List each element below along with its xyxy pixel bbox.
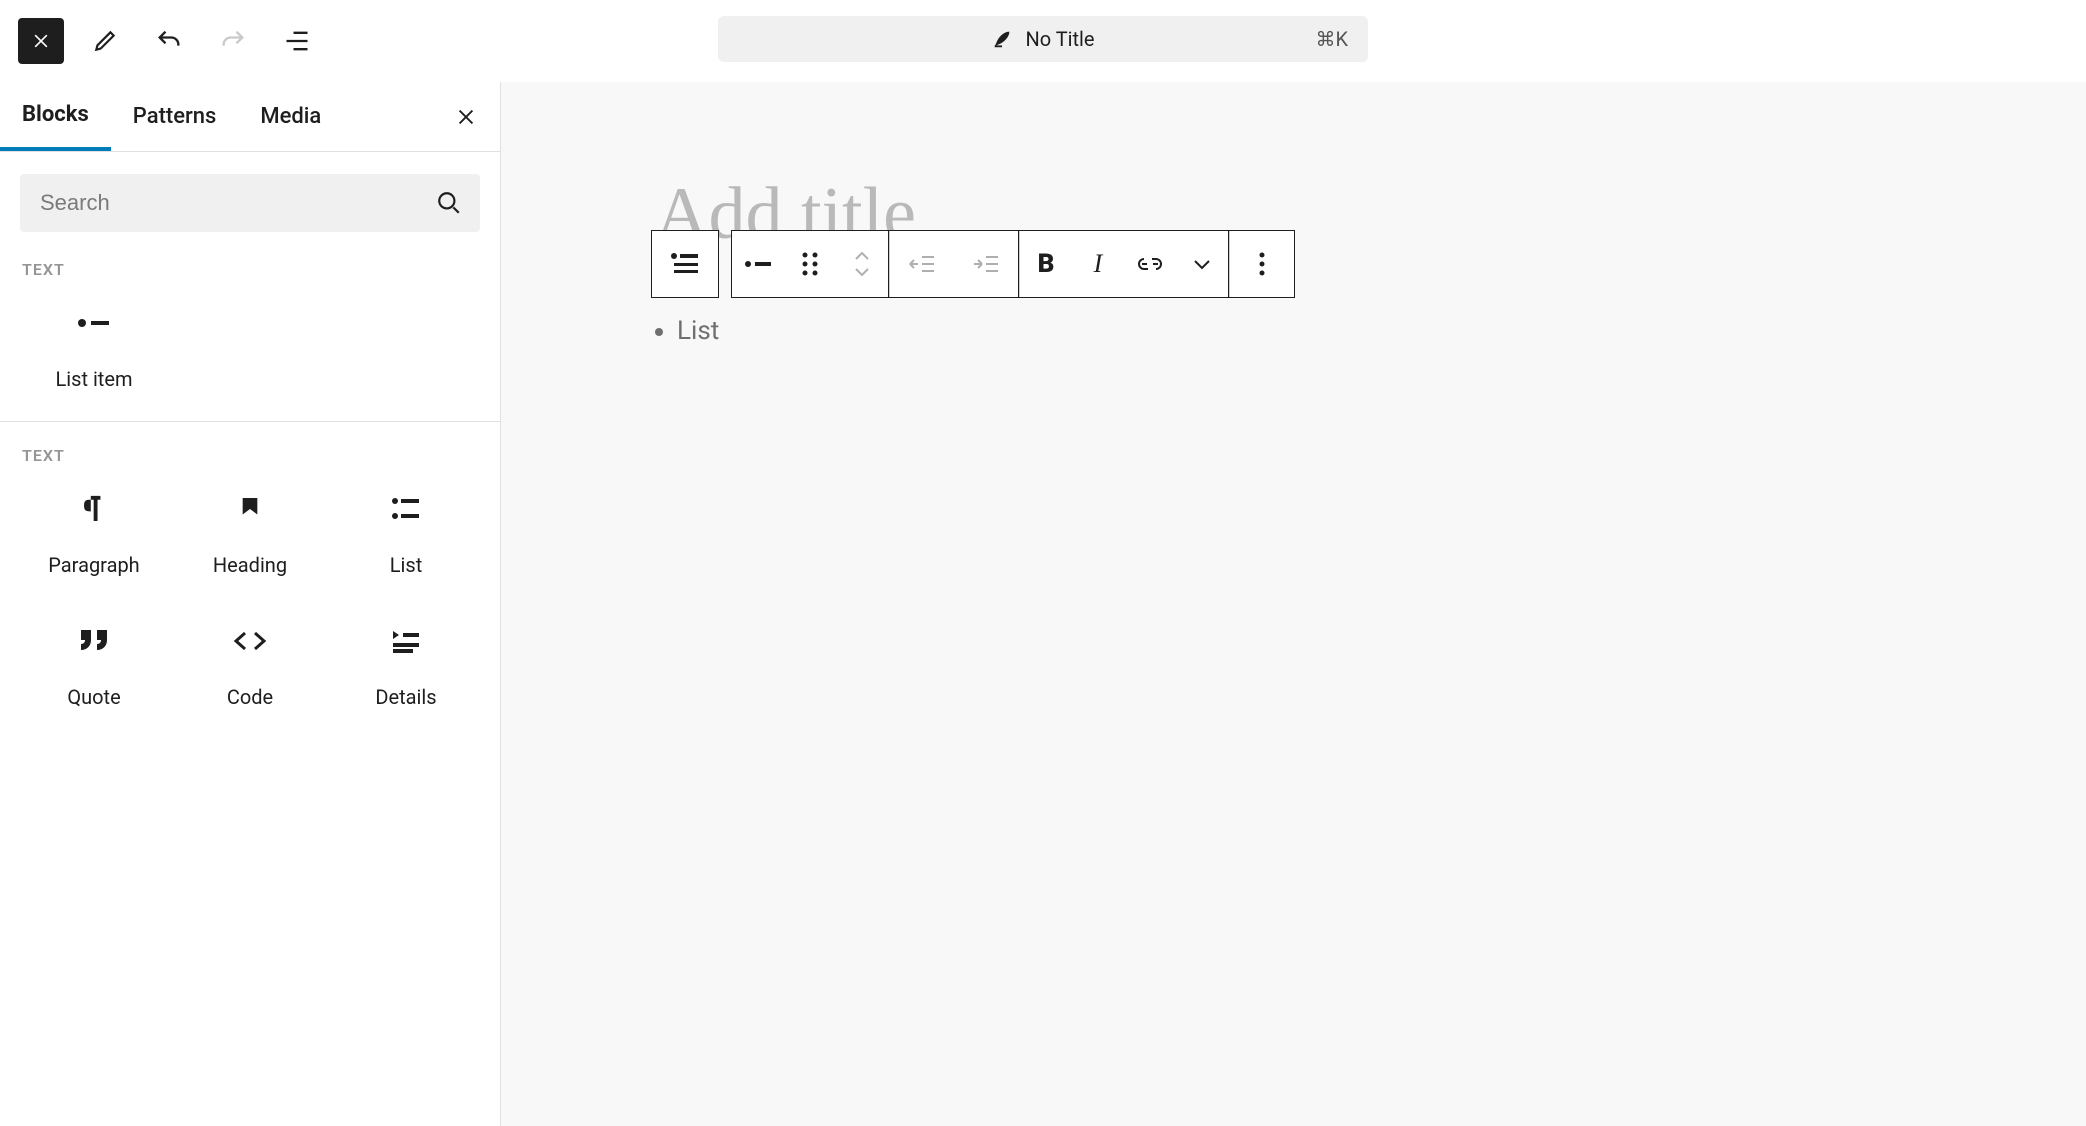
drag-icon [801, 251, 819, 277]
bt-group-indent [889, 230, 1019, 298]
document-title: No Title [1025, 27, 1094, 51]
editor-canvas[interactable]: Add title [501, 82, 2086, 1126]
unordered-list-button[interactable] [732, 231, 784, 297]
block-details[interactable]: Details [328, 625, 484, 709]
block-code[interactable]: Code [172, 625, 328, 709]
command-shortcut: ⌘K [1315, 27, 1348, 51]
outline-icon [283, 27, 311, 55]
block-list[interactable]: List [328, 493, 484, 577]
block-label: Heading [213, 553, 287, 577]
inserter-tabs: Blocks Patterns Media [0, 82, 500, 152]
tab-blocks[interactable]: Blocks [0, 82, 111, 151]
paragraph-icon [81, 494, 107, 524]
list-item-icon [77, 313, 111, 333]
document-overview-button[interactable] [274, 18, 320, 64]
search-wrap [0, 152, 500, 246]
list-block-icon [670, 251, 700, 277]
block-grid-2: Paragraph Heading List Quote [0, 465, 500, 739]
move-icon [852, 249, 872, 279]
close-icon [31, 31, 51, 51]
bt-group-block-type [651, 230, 719, 298]
more-vertical-icon [1258, 251, 1266, 277]
section-heading-2: TEXT [0, 422, 500, 465]
bullet-list-icon [744, 255, 772, 273]
list-item-placeholder[interactable]: List [677, 316, 719, 346]
block-quote[interactable]: Quote [16, 625, 172, 709]
outdent-icon [908, 253, 936, 275]
tab-patterns[interactable]: Patterns [111, 82, 239, 151]
link-button[interactable] [1124, 231, 1176, 297]
section-heading-1: TEXT [0, 246, 500, 279]
chevron-down-icon [1192, 257, 1212, 271]
edit-mode-button[interactable] [82, 18, 128, 64]
indent-button[interactable] [954, 231, 1018, 297]
block-grid-1: List item [0, 279, 500, 421]
block-label: List item [55, 367, 132, 391]
close-editor-button[interactable] [18, 18, 64, 64]
block-label: List [390, 553, 423, 577]
feather-icon [991, 28, 1013, 50]
drag-handle-button[interactable] [784, 231, 836, 297]
quote-icon [79, 630, 109, 652]
block-toolbar: B I [651, 230, 1295, 298]
details-icon [391, 629, 421, 653]
main-area: Blocks Patterns Media TEXT List item [0, 82, 2086, 1126]
block-label: Quote [67, 685, 120, 709]
pencil-icon [92, 28, 118, 54]
close-icon [455, 106, 477, 128]
block-label: Code [227, 685, 273, 709]
block-paragraph[interactable]: Paragraph [16, 493, 172, 577]
indent-icon [972, 253, 1000, 275]
search-field[interactable] [20, 174, 480, 232]
block-heading[interactable]: Heading [172, 493, 328, 577]
more-format-button[interactable] [1176, 231, 1228, 297]
bt-group-more [1229, 230, 1295, 298]
italic-button[interactable]: I [1072, 231, 1124, 297]
block-label: Details [375, 685, 436, 709]
tab-media[interactable]: Media [238, 82, 343, 151]
inserter-sidebar: Blocks Patterns Media TEXT List item [0, 82, 501, 1126]
search-input[interactable] [38, 189, 436, 217]
list-icon [391, 496, 421, 522]
close-inserter-button[interactable] [444, 95, 488, 139]
block-type-button[interactable] [652, 231, 718, 297]
heading-icon [239, 495, 261, 523]
outdent-button[interactable] [890, 231, 954, 297]
bold-icon: B [1038, 249, 1055, 279]
bt-group-format: B I [1019, 230, 1229, 298]
undo-icon [155, 27, 183, 55]
move-up-down-button[interactable] [836, 231, 888, 297]
link-icon [1136, 256, 1164, 272]
block-options-button[interactable] [1230, 231, 1294, 297]
italic-icon: I [1094, 249, 1103, 279]
list-block[interactable]: List [657, 316, 719, 346]
code-icon [233, 630, 267, 652]
block-list-item[interactable]: List item [16, 307, 172, 391]
top-toolbar: No Title ⌘K [0, 0, 2086, 82]
bt-group-list-controls [731, 230, 889, 298]
redo-icon [219, 27, 247, 55]
bold-button[interactable]: B [1020, 231, 1072, 297]
undo-button[interactable] [146, 18, 192, 64]
block-label: Paragraph [48, 553, 139, 577]
redo-button[interactable] [210, 18, 256, 64]
command-bar[interactable]: No Title ⌘K [718, 16, 1368, 62]
search-icon [436, 190, 462, 216]
